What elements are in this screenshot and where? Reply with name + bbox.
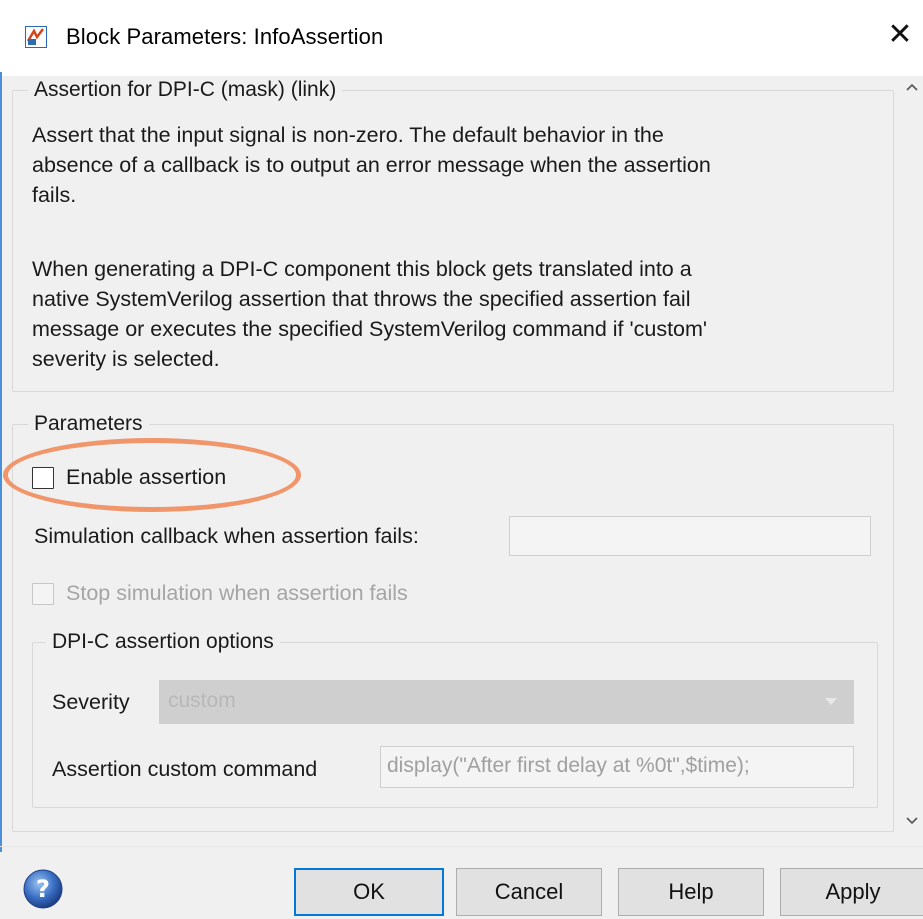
custom-command-label: Assertion custom command <box>52 757 318 781</box>
severity-select[interactable]: custom <box>159 680 854 724</box>
description-line: Assert that the input signal is non-zero… <box>32 123 664 147</box>
title-bar: Block Parameters: InfoAssertion ✕ <box>0 0 923 76</box>
stop-simulation-checkbox[interactable] <box>32 583 54 605</box>
vertical-scrollbar[interactable] <box>900 76 923 846</box>
description-line: native SystemVerilog assertion that thro… <box>32 287 691 311</box>
chevron-down-icon[interactable] <box>900 810 923 832</box>
dpi-options-legend: DPI-C assertion options <box>46 630 280 654</box>
description-line: message or executes the specified System… <box>32 317 708 341</box>
help-button[interactable]: Help <box>618 868 764 916</box>
stop-simulation-label[interactable]: Stop simulation when assertion fails <box>66 581 408 606</box>
apply-button[interactable]: Apply <box>780 868 923 916</box>
description-paragraph-2: When generating a DPI-C component this b… <box>32 254 707 374</box>
cancel-button[interactable]: Cancel <box>456 868 602 916</box>
enable-assertion-checkbox[interactable] <box>32 467 54 489</box>
parameters-legend: Parameters <box>28 412 149 436</box>
enable-assertion-label[interactable]: Enable assertion <box>66 465 226 490</box>
close-icon[interactable]: ✕ <box>885 20 915 50</box>
description-line: absence of a callback is to output an er… <box>32 153 711 177</box>
description-line: severity is selected. <box>32 347 220 371</box>
window-title: Block Parameters: InfoAssertion <box>66 24 384 49</box>
sim-callback-label: Simulation callback when assertion fails… <box>34 524 419 548</box>
description-legend: Assertion for DPI-C (mask) (link) <box>28 78 343 102</box>
simulink-block-icon <box>25 26 47 48</box>
footer-separator <box>0 846 923 847</box>
chevron-up-icon[interactable] <box>900 76 923 98</box>
severity-label: Severity <box>52 690 130 714</box>
custom-command-input[interactable]: display("After first delay at %0t",$time… <box>380 746 854 788</box>
severity-value: custom <box>168 689 236 712</box>
description-paragraph-1: Assert that the input signal is non-zero… <box>32 120 711 210</box>
help-question-icon[interactable]: ? <box>22 868 64 910</box>
description-line: When generating a DPI-C component this b… <box>32 257 692 281</box>
sim-callback-input[interactable] <box>509 516 871 556</box>
svg-text:?: ? <box>36 875 50 903</box>
window-left-edge <box>0 72 2 852</box>
description-line: fails. <box>32 183 77 207</box>
ok-button[interactable]: OK <box>294 868 444 916</box>
dropdown-caret-icon <box>825 698 837 705</box>
